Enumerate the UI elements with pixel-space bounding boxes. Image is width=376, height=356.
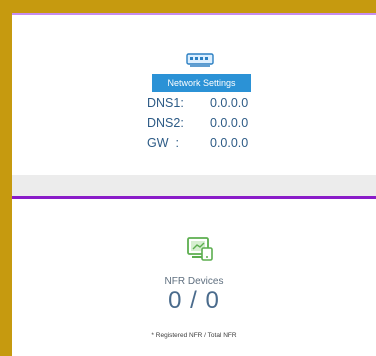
dns1-row: DNS1: 0.0.0.0 [147,95,307,111]
nfr-devices-count: 0 / 0 [168,287,220,314]
dns2-value: 0.0.0.0 [210,116,249,130]
nfr-devices-note: * Registered NFR / Total NFR [151,332,237,339]
card-separator [12,175,376,196]
network-settings-title: Network Settings [152,74,251,92]
nfr-device-icon [187,237,213,261]
dashboard-panel: Network Settings DNS1: 0.0.0.0 DNS2: 0.0… [12,13,376,356]
gateway-row: GW : 0.0.0.0 [147,135,307,151]
nfr-devices-label: NFR Devices [164,276,224,287]
dns1-label: DNS1: [147,96,184,110]
gateway-value: 0.0.0.0 [210,136,249,150]
network-switch-icon [186,53,214,67]
gateway-label: GW : [147,136,179,150]
network-settings-card: Network Settings DNS1: 0.0.0.0 DNS2: 0.0… [12,13,376,175]
dns2-row: DNS2: 0.0.0.0 [147,115,307,131]
dns2-label: DNS2: [147,116,184,130]
nfr-devices-card: NFR Devices 0 / 0 * Registered NFR / Tot… [12,196,376,356]
dns1-value: 0.0.0.0 [210,96,249,110]
